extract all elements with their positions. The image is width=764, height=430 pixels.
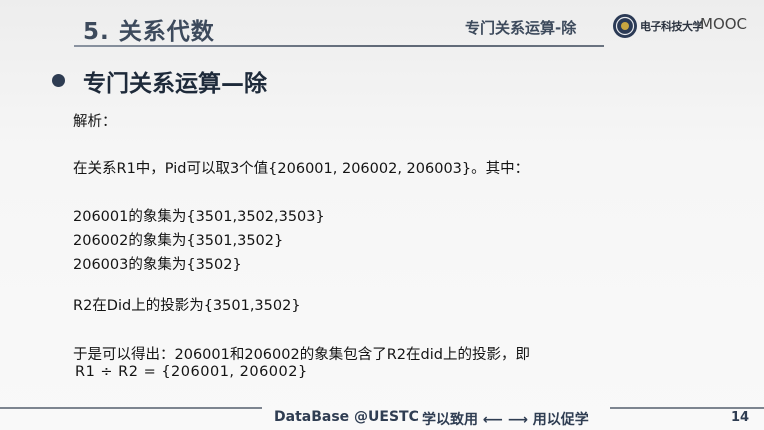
university-logo-text: 电子科技大学 — [640, 20, 704, 33]
footer-course: DataBase @UESTC — [274, 409, 419, 425]
footer-motto: 学以致用 ⟵ ⟶ 用以促学 — [422, 409, 589, 429]
content-line-division-result: R1 ÷ R2 = {206001, 206002} — [75, 364, 308, 380]
slide-footer: DataBase @UESTC 学以致用 ⟵ ⟶ 用以促学 14 — [0, 407, 764, 430]
content-line-image-set-3: 206003的象集为{3502} — [73, 257, 242, 273]
footer-motto-left: 学以致用 — [422, 412, 478, 428]
slide-header: 5. 关系代数 专门关系运算-除 电子科技大学 MOOC — [0, 0, 764, 50]
content-line-projection: R2在Did上的投影为{3501,3502} — [73, 298, 301, 314]
university-logo-icon — [613, 14, 637, 38]
header-subtitle: 专门关系运算-除 — [465, 19, 577, 37]
bullet-icon — [52, 74, 65, 87]
content-line-pid-values: 在关系R1中，Pid可以取3个值{206001, 206002, 206003}… — [73, 161, 530, 177]
header-divider — [74, 45, 604, 47]
section-title: 5. 关系代数 — [83, 19, 215, 45]
content-line-analysis: 解析： — [73, 114, 117, 130]
mooc-label: MOOC — [700, 15, 748, 33]
double-arrow-icon: ⟵ ⟶ — [482, 412, 528, 428]
footer-motto-right: 用以促学 — [532, 412, 589, 428]
footer-divider-right — [610, 407, 764, 409]
slide: 5. 关系代数 专门关系运算-除 电子科技大学 MOOC 专门关系运算—除 解析… — [0, 0, 764, 430]
content-line-image-set-2: 206002的象集为{3501,3502} — [73, 233, 284, 249]
content-line-image-set-1: 206001的象集为{3501,3502,3503} — [73, 209, 325, 225]
footer-divider-left — [0, 407, 262, 409]
page-number: 14 — [731, 410, 750, 425]
content-line-conclusion: 于是可以得出：206001和206002的象集包含了R2在did上的投影，即 — [73, 347, 530, 363]
slide-heading: 专门关系运算—除 — [83, 71, 267, 97]
